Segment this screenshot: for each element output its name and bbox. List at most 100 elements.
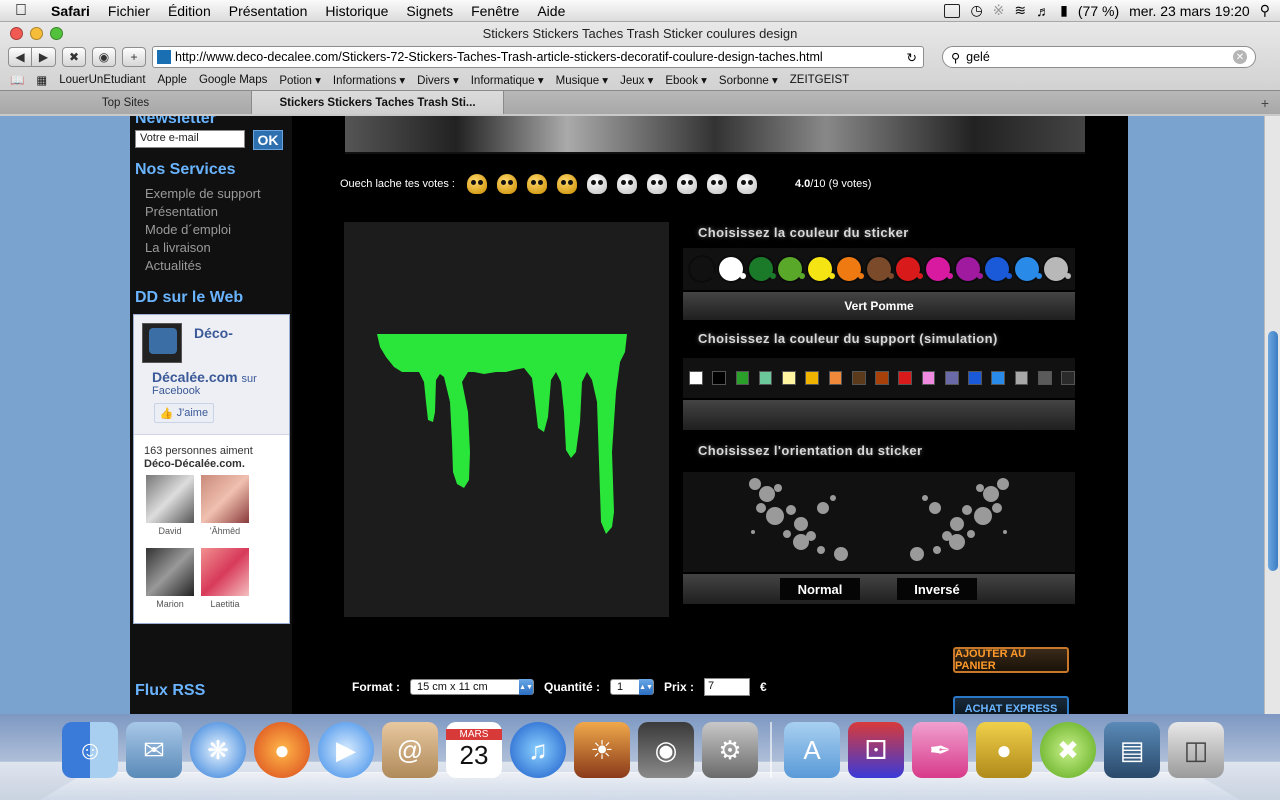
- support-color-option[interactable]: [944, 371, 959, 385]
- sticker-color-option[interactable]: [866, 257, 894, 281]
- shrink-icon[interactable]: ✖: [62, 47, 86, 67]
- address-book-icon[interactable]: @: [382, 722, 438, 778]
- add-to-cart-button[interactable]: AJOUTER AU PANIER: [953, 647, 1069, 673]
- bookmark-ebook[interactable]: Ebook ▾: [665, 73, 707, 87]
- support-color-option[interactable]: [1061, 371, 1075, 385]
- bookmark-divers[interactable]: Divers ▾: [417, 73, 459, 87]
- bookmark-potion[interactable]: Potion ▾: [279, 73, 321, 87]
- games-icon[interactable]: ⚀: [848, 722, 904, 778]
- price-input[interactable]: 7: [704, 678, 751, 696]
- service-link-mode-emploi[interactable]: Mode d´emploi: [145, 222, 261, 240]
- fb-facebook-link[interactable]: Facebook: [152, 385, 200, 397]
- back-button[interactable]: ◀: [8, 47, 32, 67]
- service-link-presentation[interactable]: Présentation: [145, 204, 261, 222]
- support-color-option[interactable]: [991, 371, 1006, 385]
- search-value[interactable]: gelé: [960, 50, 1233, 64]
- format-select[interactable]: 15 cm x 11 cm ▲▼: [410, 679, 534, 695]
- bookmark-jeux[interactable]: Jeux ▾: [620, 73, 653, 87]
- fb-face[interactable]: Marion: [144, 548, 196, 609]
- fb-face[interactable]: 'Âhmêd: [199, 475, 251, 536]
- page-scrollbar[interactable]: [1264, 116, 1280, 714]
- vote-skull-icon[interactable]: [556, 174, 577, 194]
- menu-aide[interactable]: Aide: [528, 3, 574, 19]
- spotlight-icon[interactable]: ⚲: [1260, 2, 1270, 19]
- sticker-color-option[interactable]: [1014, 257, 1042, 281]
- vote-skull-icon[interactable]: [706, 174, 727, 194]
- reading-list-icon[interactable]: 📖: [10, 73, 24, 87]
- support-color-option[interactable]: [968, 371, 982, 385]
- top-sites-icon[interactable]: ▦: [36, 73, 47, 87]
- trash-icon[interactable]: ◫: [1168, 722, 1224, 778]
- sticker-color-option[interactable]: [719, 257, 747, 281]
- support-color-option[interactable]: [805, 371, 819, 385]
- pen-icon[interactable]: ✒: [912, 722, 968, 778]
- bluetooth-icon[interactable]: ※: [993, 2, 1005, 19]
- menu-fenetre[interactable]: Fenêtre: [462, 3, 528, 19]
- sticker-color-option[interactable]: [778, 257, 806, 281]
- clock[interactable]: mer. 23 mars 19:20: [1129, 3, 1250, 19]
- service-link-actualites[interactable]: Actualités: [145, 258, 261, 276]
- service-link-exemple[interactable]: Exemple de support: [145, 186, 261, 204]
- express-buy-button[interactable]: ACHAT EXPRESS: [953, 696, 1069, 714]
- sticker-color-option[interactable]: [1044, 257, 1072, 281]
- menu-presentation[interactable]: Présentation: [220, 3, 317, 19]
- sticker-color-option[interactable]: [926, 257, 954, 281]
- itunes-icon[interactable]: ♫: [510, 722, 566, 778]
- search-field[interactable]: ⚲ gelé ✕: [942, 46, 1256, 68]
- bookmark-musique[interactable]: Musique ▾: [556, 73, 608, 87]
- zoom-button[interactable]: [50, 26, 63, 40]
- iphoto-icon[interactable]: ☀: [574, 722, 630, 778]
- fb-like-button[interactable]: 👍 J'aime: [154, 403, 214, 423]
- sticker-color-option[interactable]: [985, 257, 1013, 281]
- fb-page-name-1[interactable]: Déco-: [194, 325, 233, 341]
- battery-icon[interactable]: ▮: [1060, 2, 1068, 19]
- apple-menu-icon[interactable]: : [0, 2, 42, 20]
- tab-stickers[interactable]: Stickers Stickers Taches Trash Sti...: [252, 91, 504, 114]
- ichat-icon[interactable]: ▶: [318, 722, 374, 778]
- xbox-icon[interactable]: ✖: [1040, 722, 1096, 778]
- support-color-option[interactable]: [898, 371, 913, 385]
- bookmark-informatique[interactable]: Informatique ▾: [471, 73, 544, 87]
- site-logo[interactable]: [142, 323, 182, 363]
- support-color-option[interactable]: [689, 371, 703, 385]
- sticker-color-option[interactable]: [807, 257, 835, 281]
- support-color-option[interactable]: [735, 371, 750, 385]
- bookmark-google-maps[interactable]: Google Maps: [199, 74, 267, 86]
- vote-skull-icon[interactable]: [646, 174, 667, 194]
- support-color-option[interactable]: [828, 371, 843, 385]
- safari-icon[interactable]: ❋: [190, 722, 246, 778]
- support-color-option[interactable]: [921, 371, 936, 385]
- finder-icon[interactable]: ☺: [62, 722, 118, 778]
- address-bar[interactable]: http://www.deco-decalee.com/Stickers-72-…: [152, 46, 924, 68]
- orientation-normal-button[interactable]: Normal: [780, 578, 860, 600]
- vote-skull-icon[interactable]: [526, 174, 547, 194]
- support-color-option[interactable]: [1014, 371, 1029, 385]
- vote-skull-icon[interactable]: [616, 174, 637, 194]
- bookmark-apple[interactable]: Apple: [158, 74, 187, 86]
- quantity-select[interactable]: 1 ▲▼: [610, 679, 654, 695]
- sticker-color-option[interactable]: [955, 257, 983, 281]
- bookmark-zeitgeist[interactable]: ZEITGEIST: [790, 74, 849, 86]
- service-link-livraison[interactable]: La livraison: [145, 240, 261, 258]
- support-color-option[interactable]: [1037, 371, 1052, 385]
- mail-icon[interactable]: ✉: [126, 722, 182, 778]
- bookmark-sorbonne[interactable]: Sorbonne ▾: [719, 73, 778, 87]
- ical-icon[interactable]: MARS 23: [446, 722, 502, 778]
- vote-skull-icon[interactable]: [586, 174, 607, 194]
- photo-booth-icon[interactable]: ◉: [638, 722, 694, 778]
- support-color-option[interactable]: [875, 371, 889, 385]
- clear-search-icon[interactable]: ✕: [1233, 50, 1247, 64]
- system-preferences-icon[interactable]: ⚙: [702, 722, 758, 778]
- menu-historique[interactable]: Historique: [316, 3, 397, 19]
- menu-safari[interactable]: Safari: [42, 3, 99, 19]
- wifi-icon[interactable]: ≋: [1014, 2, 1026, 19]
- vote-skull-icon[interactable]: [676, 174, 697, 194]
- sticker-color-option[interactable]: [689, 257, 717, 281]
- app-status-icon[interactable]: [944, 3, 961, 18]
- minimize-button[interactable]: [30, 26, 43, 40]
- support-color-option[interactable]: [712, 371, 726, 385]
- support-color-option[interactable]: [758, 371, 773, 385]
- search-icon[interactable]: ⚲: [951, 50, 960, 65]
- support-color-option[interactable]: [851, 371, 866, 385]
- orientation-inverse-image[interactable]: [910, 478, 1009, 561]
